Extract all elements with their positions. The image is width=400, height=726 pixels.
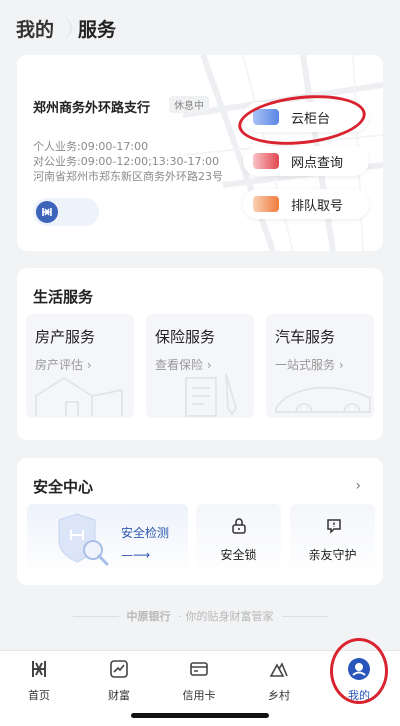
security-lock-button[interactable]: 安全锁 bbox=[196, 504, 281, 577]
family-guard-label: 亲友守护 bbox=[308, 548, 357, 562]
tab-wealth[interactable]: 财富 bbox=[89, 657, 149, 703]
branch-search-label: 网点查询 bbox=[291, 155, 344, 171]
queue-ticket-label: 排队取号 bbox=[291, 198, 344, 214]
arrow-right-icon: —⟶ bbox=[121, 548, 151, 562]
branch-address: 河南省郑州市郑东新区商务外环路23号 bbox=[33, 170, 223, 183]
car-service[interactable]: 汽车服务 一站式服务 › bbox=[266, 314, 374, 418]
branch-search-button[interactable]: 网点查询 bbox=[243, 146, 369, 176]
bank-slogan: 中原银行 · 你的贴身财富管家 bbox=[0, 608, 400, 624]
tab-service[interactable]: 服务 bbox=[78, 15, 116, 42]
car-icon bbox=[275, 386, 371, 413]
family-guard-button[interactable]: 亲友守护 bbox=[290, 504, 375, 577]
insurance-doc-icon bbox=[185, 373, 237, 417]
lock-icon bbox=[232, 518, 246, 534]
tab-divider bbox=[60, 17, 73, 39]
status-badge: 休息中 bbox=[169, 96, 209, 113]
insurance-service[interactable]: 保险服务 查看保险 › bbox=[146, 314, 254, 418]
divider-right bbox=[281, 615, 328, 617]
personal-hours: 个人业务:09:00-17:00 bbox=[33, 140, 149, 153]
security-lock-label: 安全锁 bbox=[220, 548, 257, 562]
queue-ticket-button[interactable]: 排队取号 bbox=[243, 189, 369, 219]
life-services-title: 生活服务 bbox=[33, 288, 94, 306]
tab-village[interactable]: 乡村 bbox=[249, 657, 309, 703]
real-estate-title: 房产服务 bbox=[35, 328, 96, 346]
top-tabs: 我的 服务 bbox=[0, 0, 400, 56]
tab-mine[interactable]: 我的 bbox=[16, 15, 54, 42]
slogan-text: · 你的贴身财富管家 bbox=[178, 610, 274, 623]
security-check-label: 安全检测 bbox=[121, 526, 170, 540]
security-center-card: 安全中心 › 安全检测 —⟶ 安全锁 亲友守护 bbox=[17, 458, 383, 585]
bank-brand: 中原银行 bbox=[126, 610, 171, 623]
divider-left bbox=[72, 615, 119, 617]
life-services-card: 生活服务 房产服务 房产评估 › 保险服务 查看保险 › 汽车服务 一站式服务 … bbox=[17, 268, 383, 440]
wealth-icon bbox=[107, 657, 131, 681]
bank-logo-icon bbox=[36, 201, 58, 223]
tab-credit-card[interactable]: 信用卡 bbox=[169, 657, 229, 703]
branch-search-icon bbox=[253, 153, 279, 169]
village-icon bbox=[267, 657, 291, 681]
home-icon bbox=[27, 657, 51, 681]
tab-home[interactable]: 首页 bbox=[9, 657, 69, 703]
tab-credit-card-label: 信用卡 bbox=[182, 689, 216, 702]
tab-home-label: 首页 bbox=[28, 689, 50, 702]
annotation-circle-tab bbox=[330, 638, 388, 704]
house-icon bbox=[35, 377, 123, 416]
insurance-title: 保险服务 bbox=[155, 328, 216, 346]
security-center-title: 安全中心 bbox=[33, 478, 94, 496]
queue-ticket-icon bbox=[253, 196, 279, 212]
tab-village-label: 乡村 bbox=[268, 689, 290, 702]
corporate-hours: 对公业务:09:00-12:00;13:30-17:00 bbox=[33, 155, 220, 168]
chevron-right-icon[interactable]: › bbox=[355, 478, 361, 494]
shield-search-icon bbox=[58, 513, 109, 566]
branch-name: 郑州商务外环路支行 bbox=[33, 101, 151, 116]
tab-wealth-label: 财富 bbox=[108, 689, 130, 702]
branch-card[interactable]: 郑州商务外环路支行 休息中 个人业务:09:00-17:00 对公业务:09:0… bbox=[17, 55, 383, 251]
credit-card-icon bbox=[187, 657, 211, 681]
real-estate-service[interactable]: 房产服务 房产评估 › bbox=[26, 314, 134, 418]
security-check-button[interactable]: 安全检测 —⟶ bbox=[27, 504, 188, 577]
car-title: 汽车服务 bbox=[275, 328, 336, 346]
chat-bubble-icon bbox=[327, 519, 341, 534]
home-indicator[interactable] bbox=[131, 713, 269, 718]
branch-switch[interactable] bbox=[33, 198, 99, 226]
